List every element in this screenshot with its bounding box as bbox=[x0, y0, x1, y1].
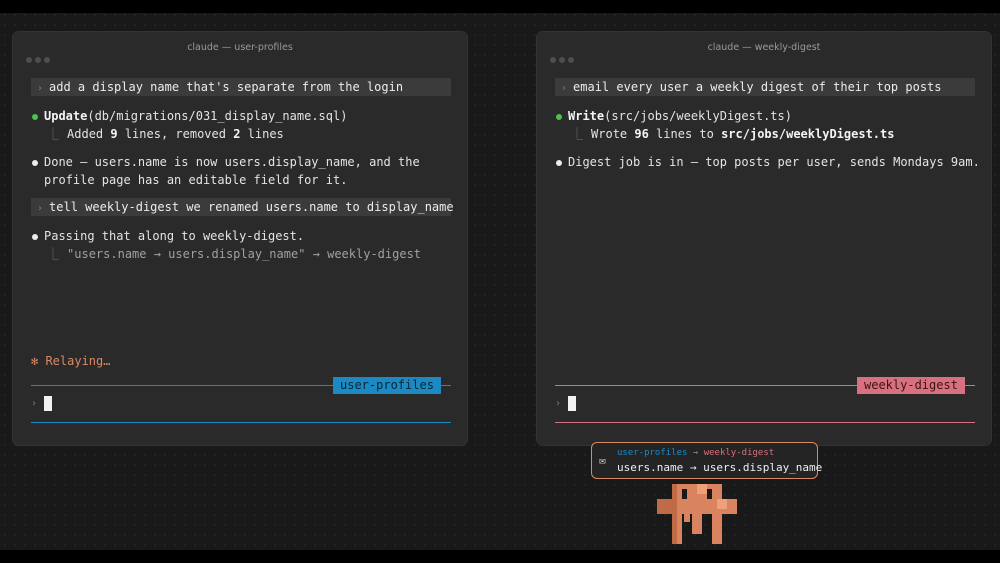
stage: claude — user-profiles › add a display na… bbox=[0, 0, 1000, 563]
route-arrow: → bbox=[687, 448, 704, 458]
relay-detail-text: "users.name → users.display_name" → week… bbox=[67, 247, 422, 261]
success-bullet-icon bbox=[556, 114, 562, 120]
maximize-dot-icon[interactable] bbox=[44, 57, 50, 63]
assistant-reply-line: Done — users.name is now users.display_n… bbox=[44, 155, 420, 169]
user-prompt: › tell weekly-digest we renamed users.nam… bbox=[31, 198, 454, 216]
user-prompt: › add a display name that's separate from… bbox=[31, 78, 451, 96]
window-controls bbox=[26, 45, 53, 77]
chevron-right-icon: › bbox=[561, 83, 568, 94]
assistant-reply-line: Digest job is in — top posts per user, s… bbox=[568, 155, 980, 169]
chevron-right-icon: › bbox=[37, 83, 44, 94]
result-text: lines, removed bbox=[117, 127, 234, 141]
input-divider-bottom bbox=[555, 422, 975, 423]
result-text: Wrote bbox=[591, 127, 635, 141]
terminal-window-user-profiles[interactable]: claude — user-profiles › add a display na… bbox=[12, 31, 468, 446]
user-prompt-text: tell weekly-digest we renamed users.name… bbox=[49, 200, 454, 214]
tool-arg: (src/jobs/weeklyDigest.ts) bbox=[604, 109, 792, 123]
file-path: src/jobs/weeklyDigest.ts bbox=[721, 127, 895, 141]
tool-call: Write(src/jobs/weeklyDigest.ts) bbox=[568, 107, 792, 125]
minimize-dot-icon[interactable] bbox=[559, 57, 565, 63]
tool-name: Write bbox=[568, 109, 605, 123]
input-cursor[interactable] bbox=[568, 396, 576, 411]
input-divider-bottom bbox=[31, 422, 451, 423]
letterbox-top bbox=[0, 0, 1000, 13]
message-bullet-icon bbox=[32, 160, 38, 166]
input-cursor[interactable] bbox=[44, 396, 52, 411]
elbow-icon: ⎿ bbox=[571, 127, 584, 141]
result-text: lines to bbox=[648, 127, 722, 141]
elbow-icon: ⎿ bbox=[47, 127, 60, 141]
close-dot-icon[interactable] bbox=[26, 57, 32, 63]
user-prompt: › email every user a weekly digest of the… bbox=[555, 78, 975, 96]
message-bullet-icon bbox=[32, 234, 38, 240]
minimize-dot-icon[interactable] bbox=[35, 57, 41, 63]
tool-arg: (db/migrations/031_display_name.sql) bbox=[87, 109, 348, 123]
chevron-right-icon: › bbox=[37, 203, 44, 214]
session-tag: weekly-digest bbox=[857, 377, 965, 394]
envelope-icon: ✉ bbox=[599, 454, 606, 467]
message-bullet-icon bbox=[556, 160, 562, 166]
relay-detail: ⎿ "users.name → users.display_name" → wee… bbox=[47, 245, 421, 263]
line-count: 96 bbox=[634, 127, 649, 141]
window-titlebar[interactable]: claude — user-profiles bbox=[13, 32, 467, 64]
elbow-icon: ⎿ bbox=[47, 247, 60, 261]
window-titlebar[interactable]: claude — weekly-digest bbox=[537, 32, 991, 64]
session-tag: user-profiles bbox=[333, 377, 441, 394]
user-prompt-text: add a display name that's separate from … bbox=[49, 80, 404, 94]
terminal-window-weekly-digest[interactable]: claude — weekly-digest › email every user… bbox=[536, 31, 992, 446]
chevron-right-icon: › bbox=[31, 398, 38, 409]
assistant-reply-line: Passing that along to weekly-digest. bbox=[44, 229, 305, 243]
chevron-right-icon: › bbox=[555, 398, 562, 409]
relay-message-card: ✉ user-profiles → weekly-digest users.na… bbox=[591, 442, 822, 479]
maximize-dot-icon[interactable] bbox=[568, 57, 574, 63]
message-text: users.name → users.display_name bbox=[617, 461, 823, 474]
tool-result: ⎿ Added 9 lines, removed 2 lines bbox=[47, 125, 284, 143]
message-route: user-profiles → weekly-digest bbox=[617, 448, 774, 459]
tool-name: Update bbox=[44, 109, 88, 123]
added-count: 9 bbox=[110, 127, 118, 141]
result-text: lines bbox=[240, 127, 284, 141]
window-controls bbox=[550, 45, 577, 77]
tool-call: Update(db/migrations/031_display_name.sq… bbox=[44, 107, 347, 125]
user-prompt-text: email every user a weekly digest of thei… bbox=[573, 80, 942, 94]
result-text: Added bbox=[67, 127, 111, 141]
letterbox-bottom bbox=[0, 550, 1000, 563]
message-to: weekly-digest bbox=[703, 448, 775, 458]
tool-result: ⎿ Wrote 96 lines to src/jobs/weeklyDigest… bbox=[571, 125, 894, 143]
message-from: user-profiles bbox=[617, 448, 688, 458]
close-dot-icon[interactable] bbox=[550, 57, 556, 63]
status-relaying: ✻ Relaying… bbox=[31, 354, 111, 368]
window-title: claude — weekly-digest bbox=[707, 42, 821, 53]
window-title: claude — user-profiles bbox=[187, 42, 293, 53]
assistant-reply-line: profile page has an editable field for i… bbox=[44, 173, 348, 187]
claude-mascot-icon bbox=[657, 484, 737, 544]
success-bullet-icon bbox=[32, 114, 38, 120]
